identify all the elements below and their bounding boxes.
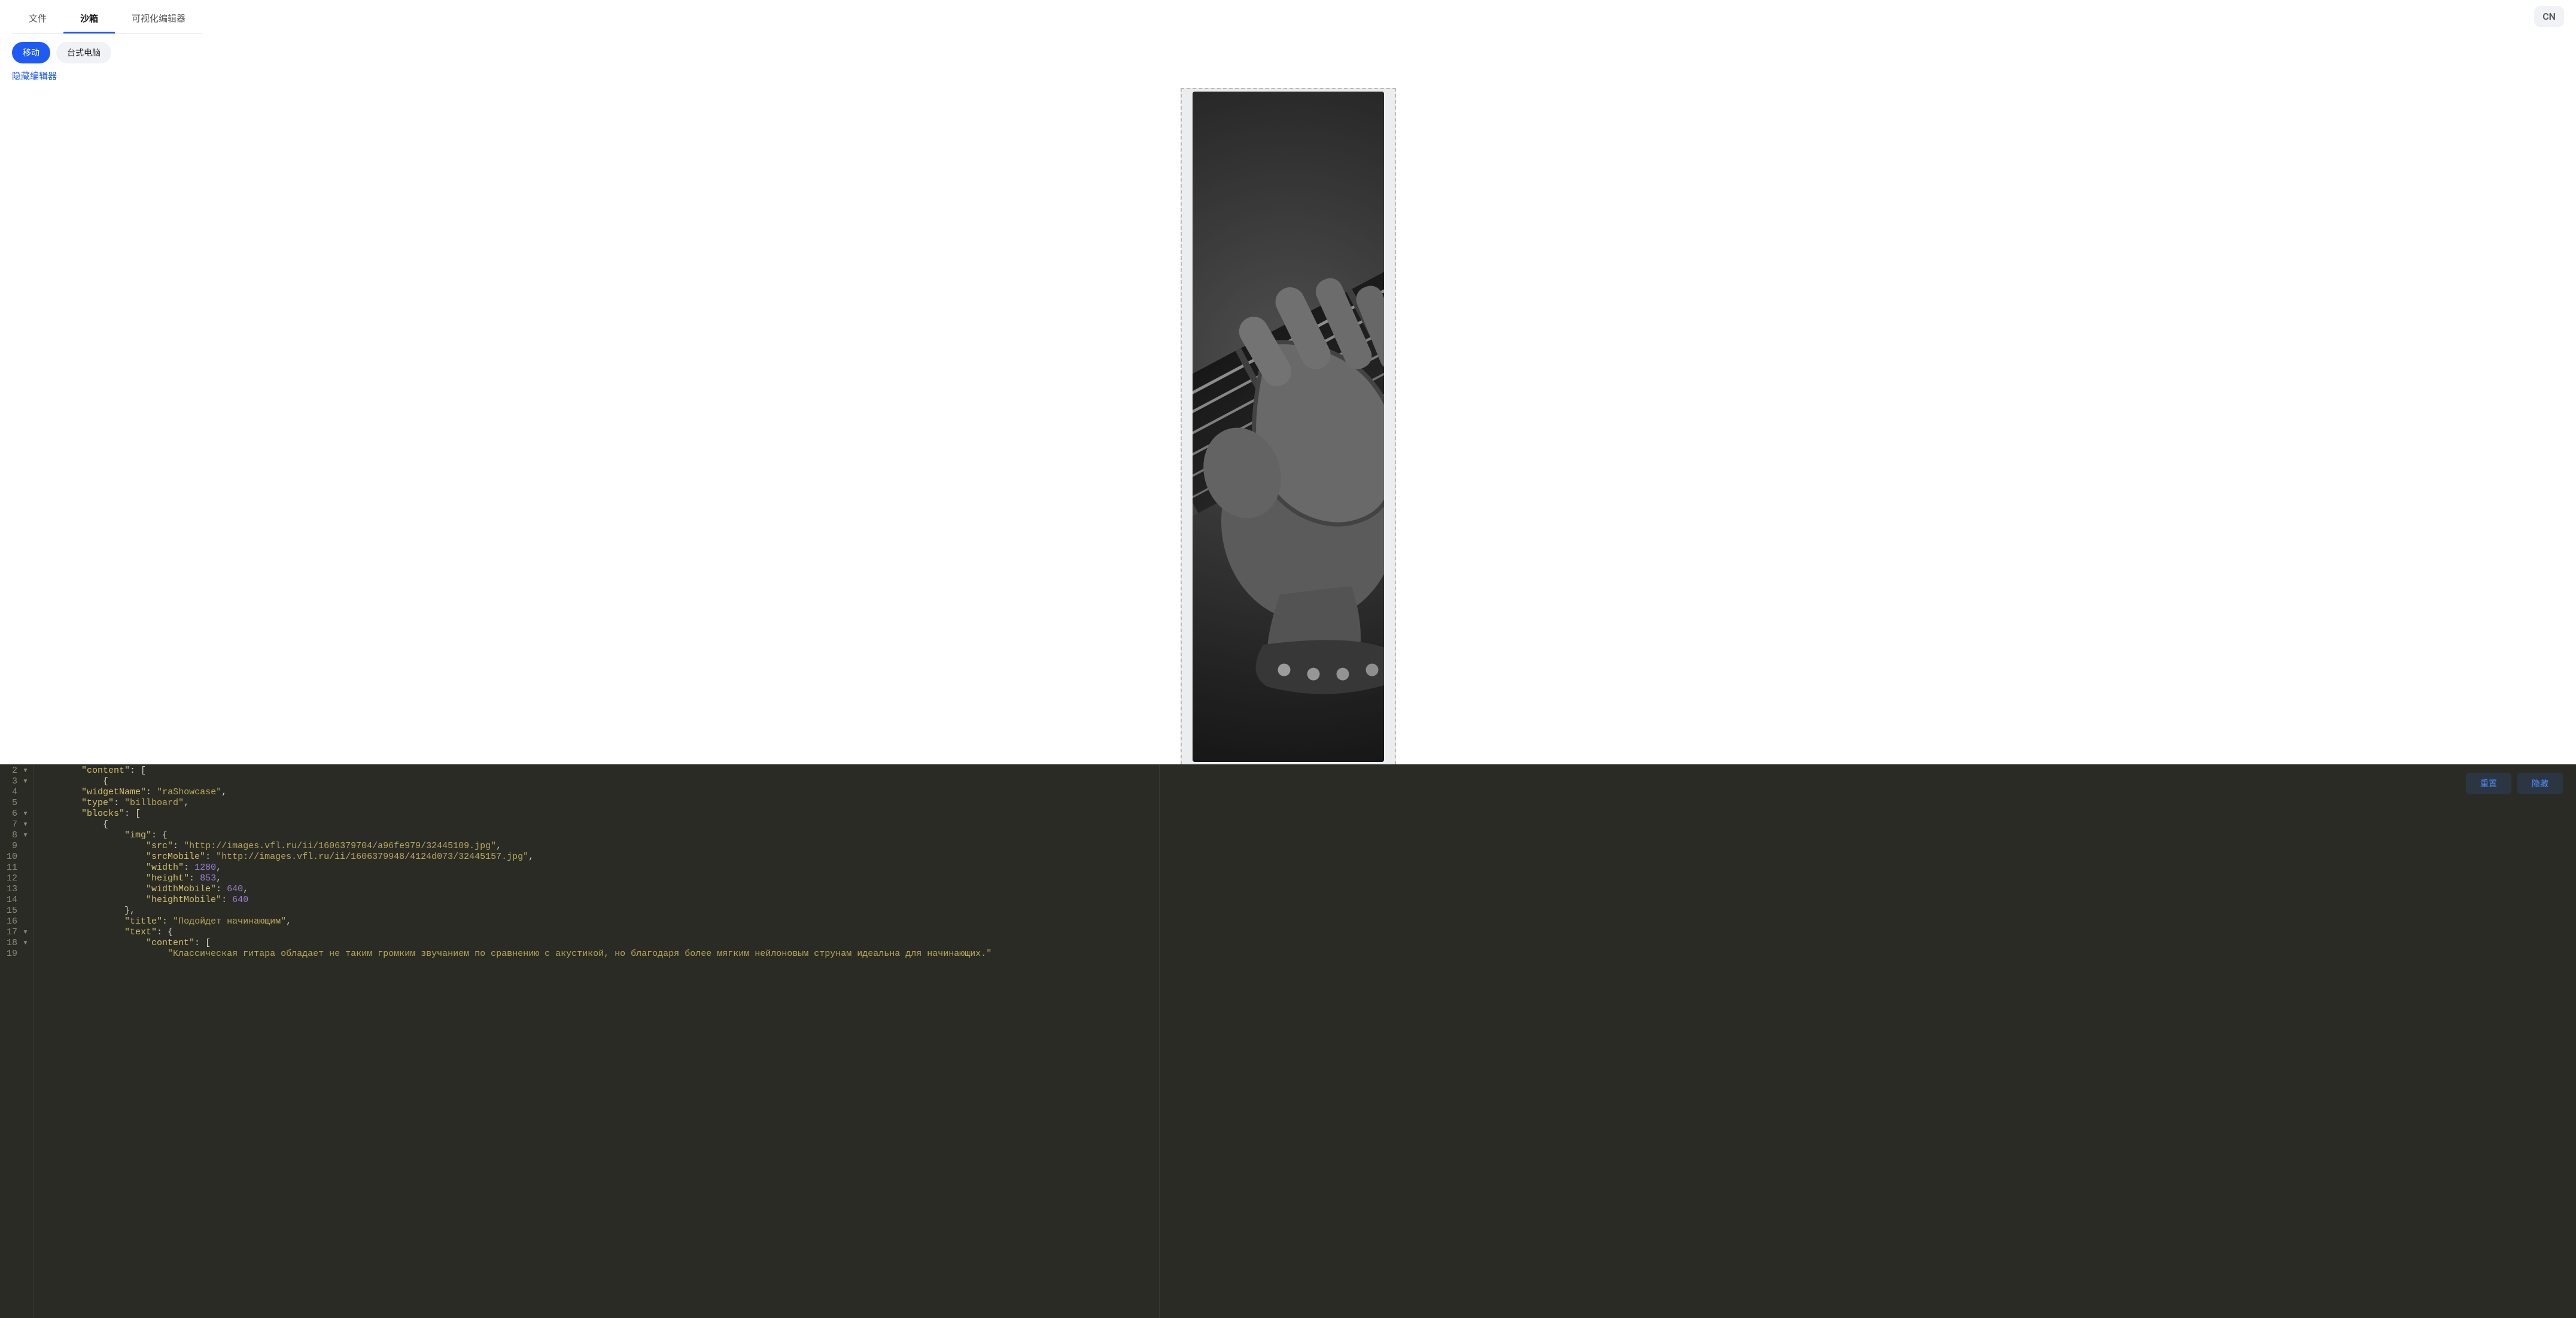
device-button-1[interactable]: 台式电脑 bbox=[56, 42, 111, 63]
header: 文件沙箱可视化编辑器 CN bbox=[0, 0, 2576, 34]
language-switcher[interactable]: CN bbox=[2534, 6, 2564, 27]
tab-1[interactable]: 沙箱 bbox=[63, 6, 115, 34]
preview-image bbox=[1193, 92, 1384, 762]
editor-split-line bbox=[1159, 764, 1160, 1318]
tab-0[interactable]: 文件 bbox=[12, 6, 63, 34]
tab-2[interactable]: 可视化编辑器 bbox=[115, 6, 202, 34]
editor-action-buttons: 重置 隐藏 bbox=[2466, 773, 2563, 794]
editor-code-area[interactable]: "content": [ { "widgetName": "raShowcase… bbox=[34, 764, 2576, 1318]
preview-area bbox=[0, 88, 2576, 764]
hide-editor-link[interactable]: 隐藏编辑器 bbox=[0, 68, 2576, 88]
hide-button[interactable]: 隐藏 bbox=[2517, 773, 2563, 794]
editor-gutter: 2 ▾3 ▾4 5 6 ▾7 ▾8 ▾9 10 11 12 13 14 15 1… bbox=[0, 764, 34, 1318]
device-button-0[interactable]: 移动 bbox=[12, 42, 50, 63]
device-toolbar: 移动台式电脑 bbox=[0, 34, 2576, 68]
code-editor[interactable]: 2 ▾3 ▾4 5 6 ▾7 ▾8 ▾9 10 11 12 13 14 15 1… bbox=[0, 764, 2576, 1318]
main-tabs: 文件沙箱可视化编辑器 bbox=[12, 6, 202, 34]
mobile-preview-frame bbox=[1181, 88, 1396, 764]
reset-button[interactable]: 重置 bbox=[2466, 773, 2511, 794]
